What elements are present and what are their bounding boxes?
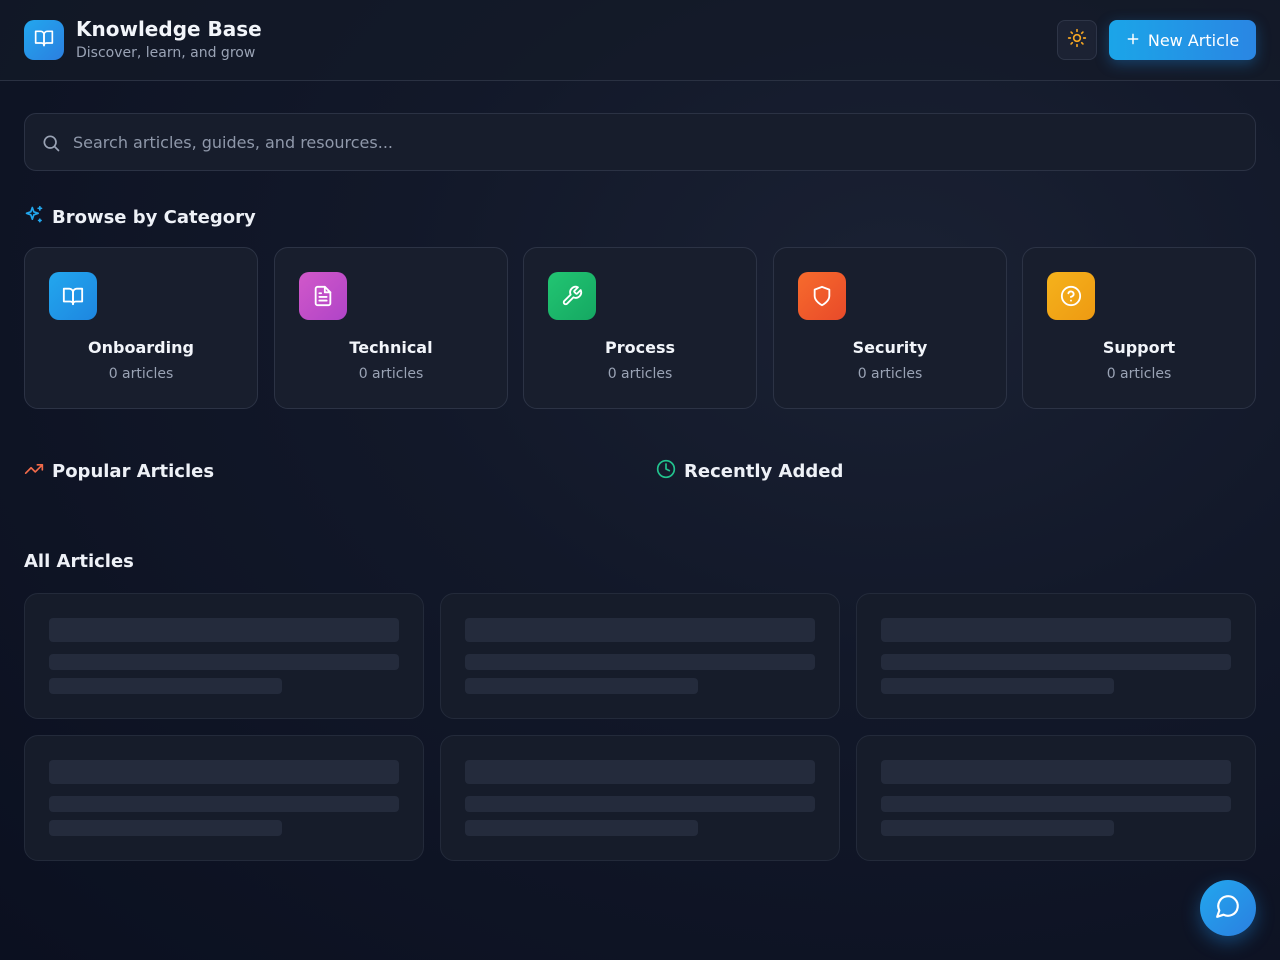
new-article-button[interactable]: New Article [1109,20,1256,60]
category-count: 0 articles [108,366,174,382]
skeleton-line [465,760,815,784]
skeleton-line [465,796,815,812]
trending-up-icon [24,459,44,484]
category-count: 0 articles [607,366,673,382]
search-bar[interactable] [24,113,1256,171]
category-card-onboarding[interactable]: Onboarding 0 articles [24,247,258,409]
logo [24,20,64,60]
skeleton-line [49,760,399,784]
category-name: Technical [349,338,433,357]
chat-button[interactable] [1200,880,1256,936]
skeleton-line [49,618,399,642]
browse-title: Browse by Category [52,207,256,228]
all-articles-label: All Articles [24,551,134,572]
skeleton-line [49,820,282,836]
sun-icon [1067,28,1087,52]
skeleton-line [881,654,1231,670]
article-skeleton-card [440,735,840,861]
wrench-icon [548,272,596,320]
skeleton-line [465,618,815,642]
shield-icon [798,272,846,320]
category-name: Support [1102,338,1176,357]
category-card-support[interactable]: Support 0 articles [1022,247,1256,409]
article-skeleton-card [24,735,424,861]
help-circle-icon [1047,272,1095,320]
browse-section-title: Browse by Category [24,205,256,230]
category-name: Onboarding [88,338,194,357]
new-article-label: New Article [1147,30,1240,50]
popular-section-title: Popular Articles [24,459,214,484]
category-card-process[interactable]: Process 0 articles [523,247,757,409]
article-skeleton-card [856,735,1256,861]
app-title: Knowledge Base [76,17,262,41]
skeleton-line [881,678,1114,694]
skeleton-line [881,618,1231,642]
search-icon [41,133,61,157]
search-input[interactable] [73,114,1243,170]
skeleton-line [49,678,282,694]
skeleton-line [881,796,1231,812]
plus-icon [1126,31,1140,50]
clock-icon [656,459,676,484]
skeleton-line [49,654,399,670]
category-count: 0 articles [1106,366,1172,382]
category-card-technical[interactable]: Technical 0 articles [274,247,508,409]
category-name: Process [605,338,675,357]
recent-section-title: Recently Added [656,459,843,484]
category-count: 0 articles [358,366,424,382]
category-card-security[interactable]: Security 0 articles [773,247,1007,409]
category-count: 0 articles [857,366,923,382]
article-skeleton-card [24,593,424,719]
skeleton-line [881,760,1231,784]
category-name: Security [852,338,928,357]
skeleton-line [465,678,698,694]
popular-title: Popular Articles [52,461,215,482]
article-skeleton-card [440,593,840,719]
file-text-icon [299,272,347,320]
skeleton-line [465,654,815,670]
skeleton-line [465,820,698,836]
skeleton-line [881,820,1114,836]
book-open-icon [34,28,54,52]
app-subtitle: Discover, learn, and grow [76,45,256,61]
article-skeleton-card [856,593,1256,719]
book-open-icon [49,272,97,320]
skeleton-line [49,796,399,812]
sparkles-icon [24,205,44,230]
top-header: Knowledge Base Discover, learn, and grow… [0,0,1280,81]
all-articles-title: All Articles [24,551,134,572]
message-circle-icon [1215,893,1241,923]
theme-toggle-button[interactable] [1057,20,1097,60]
recent-title: Recently Added [684,461,844,482]
